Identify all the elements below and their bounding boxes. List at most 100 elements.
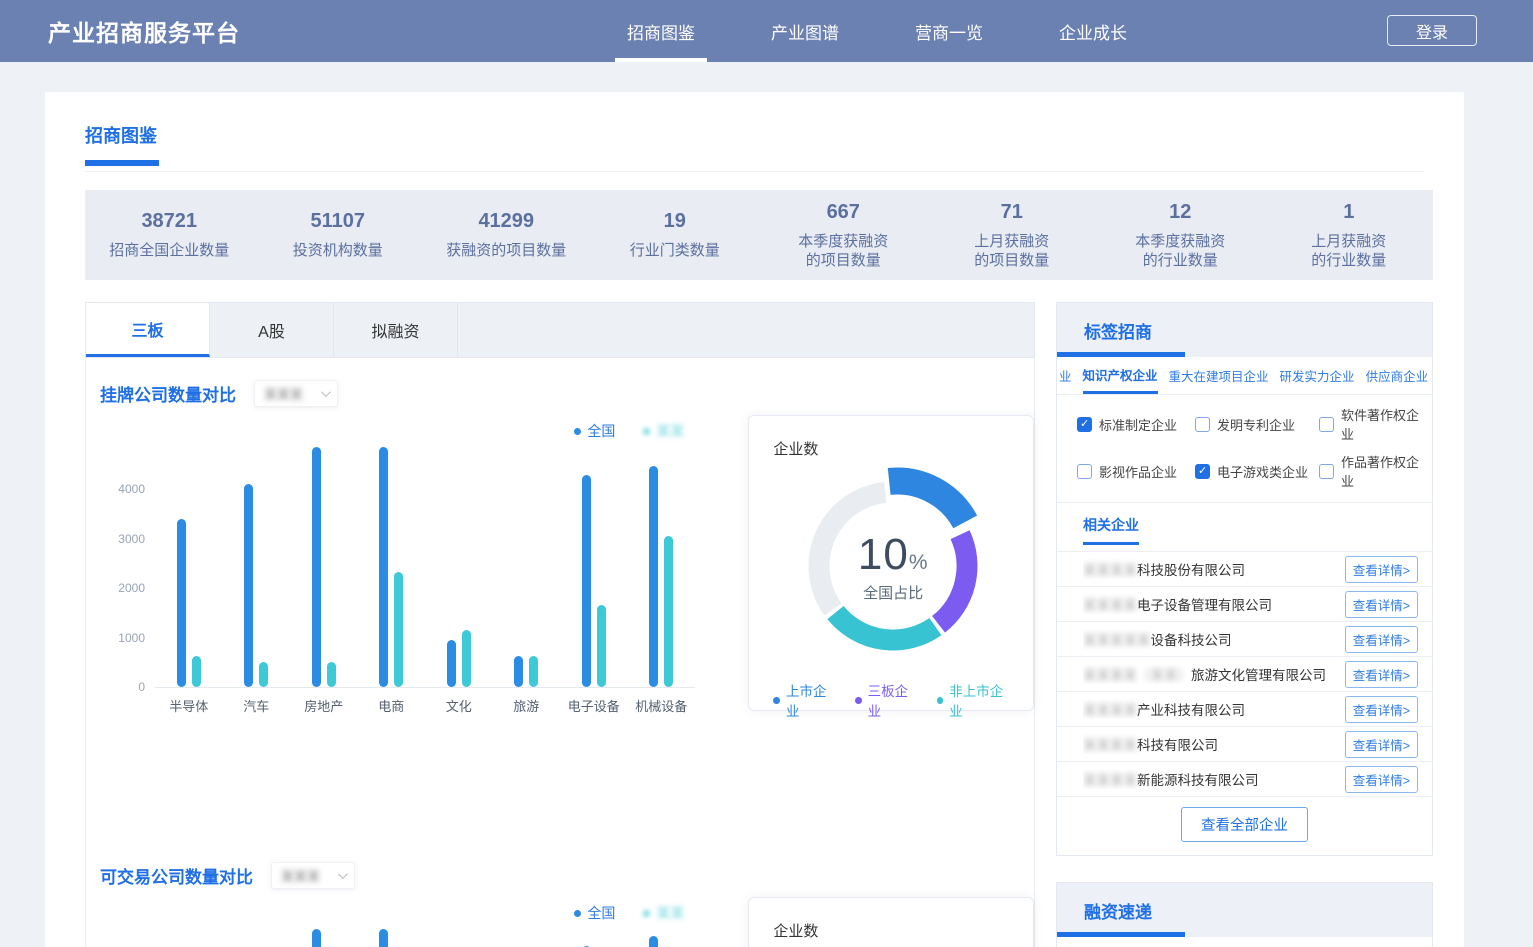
bar-chart-legend: 全国 某某 (574, 421, 684, 441)
bar-电商[interactable] (379, 447, 388, 687)
y-axis-tick: 4000 (105, 482, 145, 496)
tab-a-share[interactable]: A股 (210, 303, 334, 357)
stat-quarter-funded-industries: 12 本季度获融资 的行业数量 (1096, 201, 1265, 270)
nav-item-enterprise-growth[interactable]: 企业成长 (1059, 0, 1127, 62)
donut-segment-other[interactable] (819, 492, 885, 609)
checkbox-film-works[interactable]: 影视作品企业 (1077, 452, 1195, 490)
bar-电子设备[interactable] (582, 475, 591, 687)
bar-汽车[interactable] (244, 484, 253, 687)
legend-item-unlisted[interactable]: 非上市企业 (937, 680, 1013, 720)
donut-segment-三板企业[interactable] (939, 535, 967, 625)
bar-电商[interactable] (379, 929, 388, 947)
tag-subtabs: 业 知识产权企业 重大在建项目企业 研发实力企业 供应商企业 科 (1057, 357, 1432, 395)
bar-旅游[interactable] (514, 656, 523, 687)
donut-chart[interactable] (788, 461, 998, 671)
bar-plot[interactable]: 01000200030004000半导体汽车房地产电商文化旅游电子设备机械设备 (155, 441, 695, 688)
bar-旅游[interactable] (529, 656, 538, 687)
nav-item-industry-map[interactable]: 产业图谱 (771, 0, 839, 62)
chevron-down-icon (321, 387, 331, 397)
charts-column: 三板 A股 拟融资 挂牌公司数量对比 某某某 (85, 302, 1035, 947)
bar-房地产[interactable] (312, 929, 321, 947)
x-axis-label: 机械设备 (628, 696, 696, 715)
legend-item-third-board[interactable]: 三板企业 (855, 680, 919, 720)
tag-investment-panel: 标签招商 业 知识产权企业 重大在建项目企业 研发实力企业 供应商企业 科 标准… (1056, 302, 1433, 856)
bar-汽车[interactable] (259, 662, 268, 687)
chart-box: 挂牌公司数量对比 某某某 全国 (85, 358, 1035, 947)
view-detail-button[interactable]: 查看详情> (1345, 766, 1418, 793)
bar-文化[interactable] (462, 630, 471, 687)
bar-电子设备[interactable] (597, 605, 606, 687)
subtab-cut-left[interactable]: 业 (1059, 357, 1072, 394)
company-row: 某某某某科技有限公司 查看详情> (1057, 726, 1432, 761)
tab-proposed-financing[interactable]: 拟融资 (334, 303, 458, 357)
legend-item-national[interactable]: 全国 (574, 421, 615, 441)
legend-dot (574, 910, 581, 917)
stat-industry-categories: 19 行业门类数量 (591, 210, 760, 260)
bar-chart-tradable: 全国 某某 01000200030004000半导体汽车房地产电商文化旅游电子设… (100, 897, 736, 947)
bar-机械设备[interactable] (664, 536, 673, 687)
subtab-major-projects[interactable]: 重大在建项目企业 (1169, 357, 1269, 394)
tab-third-board[interactable]: 三板 (86, 303, 210, 357)
bar-半导体[interactable] (177, 519, 186, 687)
brand-title: 产业招商服务平台 (48, 14, 240, 48)
view-detail-button[interactable]: 查看详情> (1345, 556, 1418, 583)
bar-文化[interactable] (447, 640, 456, 687)
view-detail-button[interactable]: 查看详情> (1345, 661, 1418, 688)
stat-lastmonth-funded-industries: 1 上月获融资 的行业数量 (1265, 201, 1434, 270)
checkbox-works-copyright[interactable]: 作品著作权企业 (1319, 452, 1424, 490)
y-axis-tick: 2000 (105, 581, 145, 595)
checkbox-video-games[interactable]: 电子游戏类企业 (1195, 452, 1319, 490)
subtab-suppliers[interactable]: 供应商企业 (1366, 357, 1429, 394)
subtab-rd-strength[interactable]: 研发实力企业 (1280, 357, 1355, 394)
checkbox-icon[interactable] (1077, 464, 1092, 479)
bar-房地产[interactable] (327, 662, 336, 687)
view-detail-button[interactable]: 查看详情> (1345, 731, 1418, 758)
checkbox-icon[interactable] (1319, 417, 1334, 432)
tag-panel-underline (1057, 352, 1185, 357)
chart-title-tradable: 可交易公司数量对比 (100, 863, 253, 888)
nav-item-investment-atlas[interactable]: 招商图鉴 (627, 0, 695, 62)
view-detail-button[interactable]: 查看详情> (1345, 626, 1418, 653)
financing-panel-title: 融资速递 (1084, 898, 1152, 923)
view-all-row: 查看全部企业 (1057, 796, 1432, 855)
donut-legend: 上市企业 三板企业 非上市企业 (773, 680, 1013, 720)
subtab-ip-enterprises[interactable]: 知识产权企业 (1083, 357, 1158, 394)
legend-dot (574, 428, 581, 435)
financing-news-item[interactable]: 某某某某科技股份有限公司获融资5.1亿元 硅晶 2020-05-20 18:00 (1057, 937, 1432, 947)
stats-bar: 38721 招商全国企业数量 51107 投资机构数量 41299 获融资的项目… (85, 190, 1433, 280)
checkbox-standard-setting[interactable]: 标准制定企业 (1077, 405, 1195, 443)
region-dropdown-2[interactable]: 某某某 (271, 862, 355, 889)
stat-lastmonth-funded-projects: 71 上月获融资 的项目数量 (928, 201, 1097, 270)
checkbox-icon[interactable] (1319, 464, 1334, 479)
legend-item-redacted[interactable]: 某某 (643, 421, 684, 441)
checkbox-icon[interactable] (1077, 417, 1092, 432)
y-axis-tick: 1000 (105, 631, 145, 645)
bar-plot[interactable]: 01000200030004000半导体汽车房地产电商文化旅游电子设备机械设备 (155, 923, 695, 947)
related-companies-header: 相关企业 (1057, 502, 1432, 545)
checkbox-software-copyright[interactable]: 软件著作权企业 (1319, 405, 1424, 443)
financing-panel-underline (1057, 932, 1185, 937)
login-button[interactable]: 登录 (1387, 15, 1477, 46)
bar-房地产[interactable] (312, 447, 321, 687)
donut-segment-非上市企业[interactable] (836, 613, 936, 640)
bar-机械设备[interactable] (649, 936, 658, 947)
legend-item-redacted[interactable]: 某某 (643, 903, 684, 923)
x-axis-label: 旅游 (493, 696, 561, 715)
view-all-companies-button[interactable]: 查看全部企业 (1181, 807, 1308, 842)
company-row: 某某某某（某某）旅游文化管理有限公司 查看详情> (1057, 656, 1432, 691)
legend-item-national[interactable]: 全国 (574, 903, 615, 923)
checkbox-icon[interactable] (1195, 464, 1210, 479)
legend-item-listed[interactable]: 上市企业 (773, 680, 837, 720)
bar-机械设备[interactable] (649, 466, 658, 687)
donut-chart[interactable] (788, 943, 998, 947)
bar-半导体[interactable] (192, 656, 201, 687)
bar-电商[interactable] (394, 572, 403, 687)
view-detail-button[interactable]: 查看详情> (1345, 696, 1418, 723)
section-header: 招商图鉴 (45, 92, 1464, 172)
region-dropdown[interactable]: 某某某 (254, 380, 338, 407)
donut-segment-上市企业[interactable] (889, 481, 965, 522)
checkbox-invention-patent[interactable]: 发明专利企业 (1195, 405, 1319, 443)
view-detail-button[interactable]: 查看详情> (1345, 591, 1418, 618)
checkbox-icon[interactable] (1195, 417, 1210, 432)
nav-item-business-overview[interactable]: 营商一览 (915, 0, 983, 62)
